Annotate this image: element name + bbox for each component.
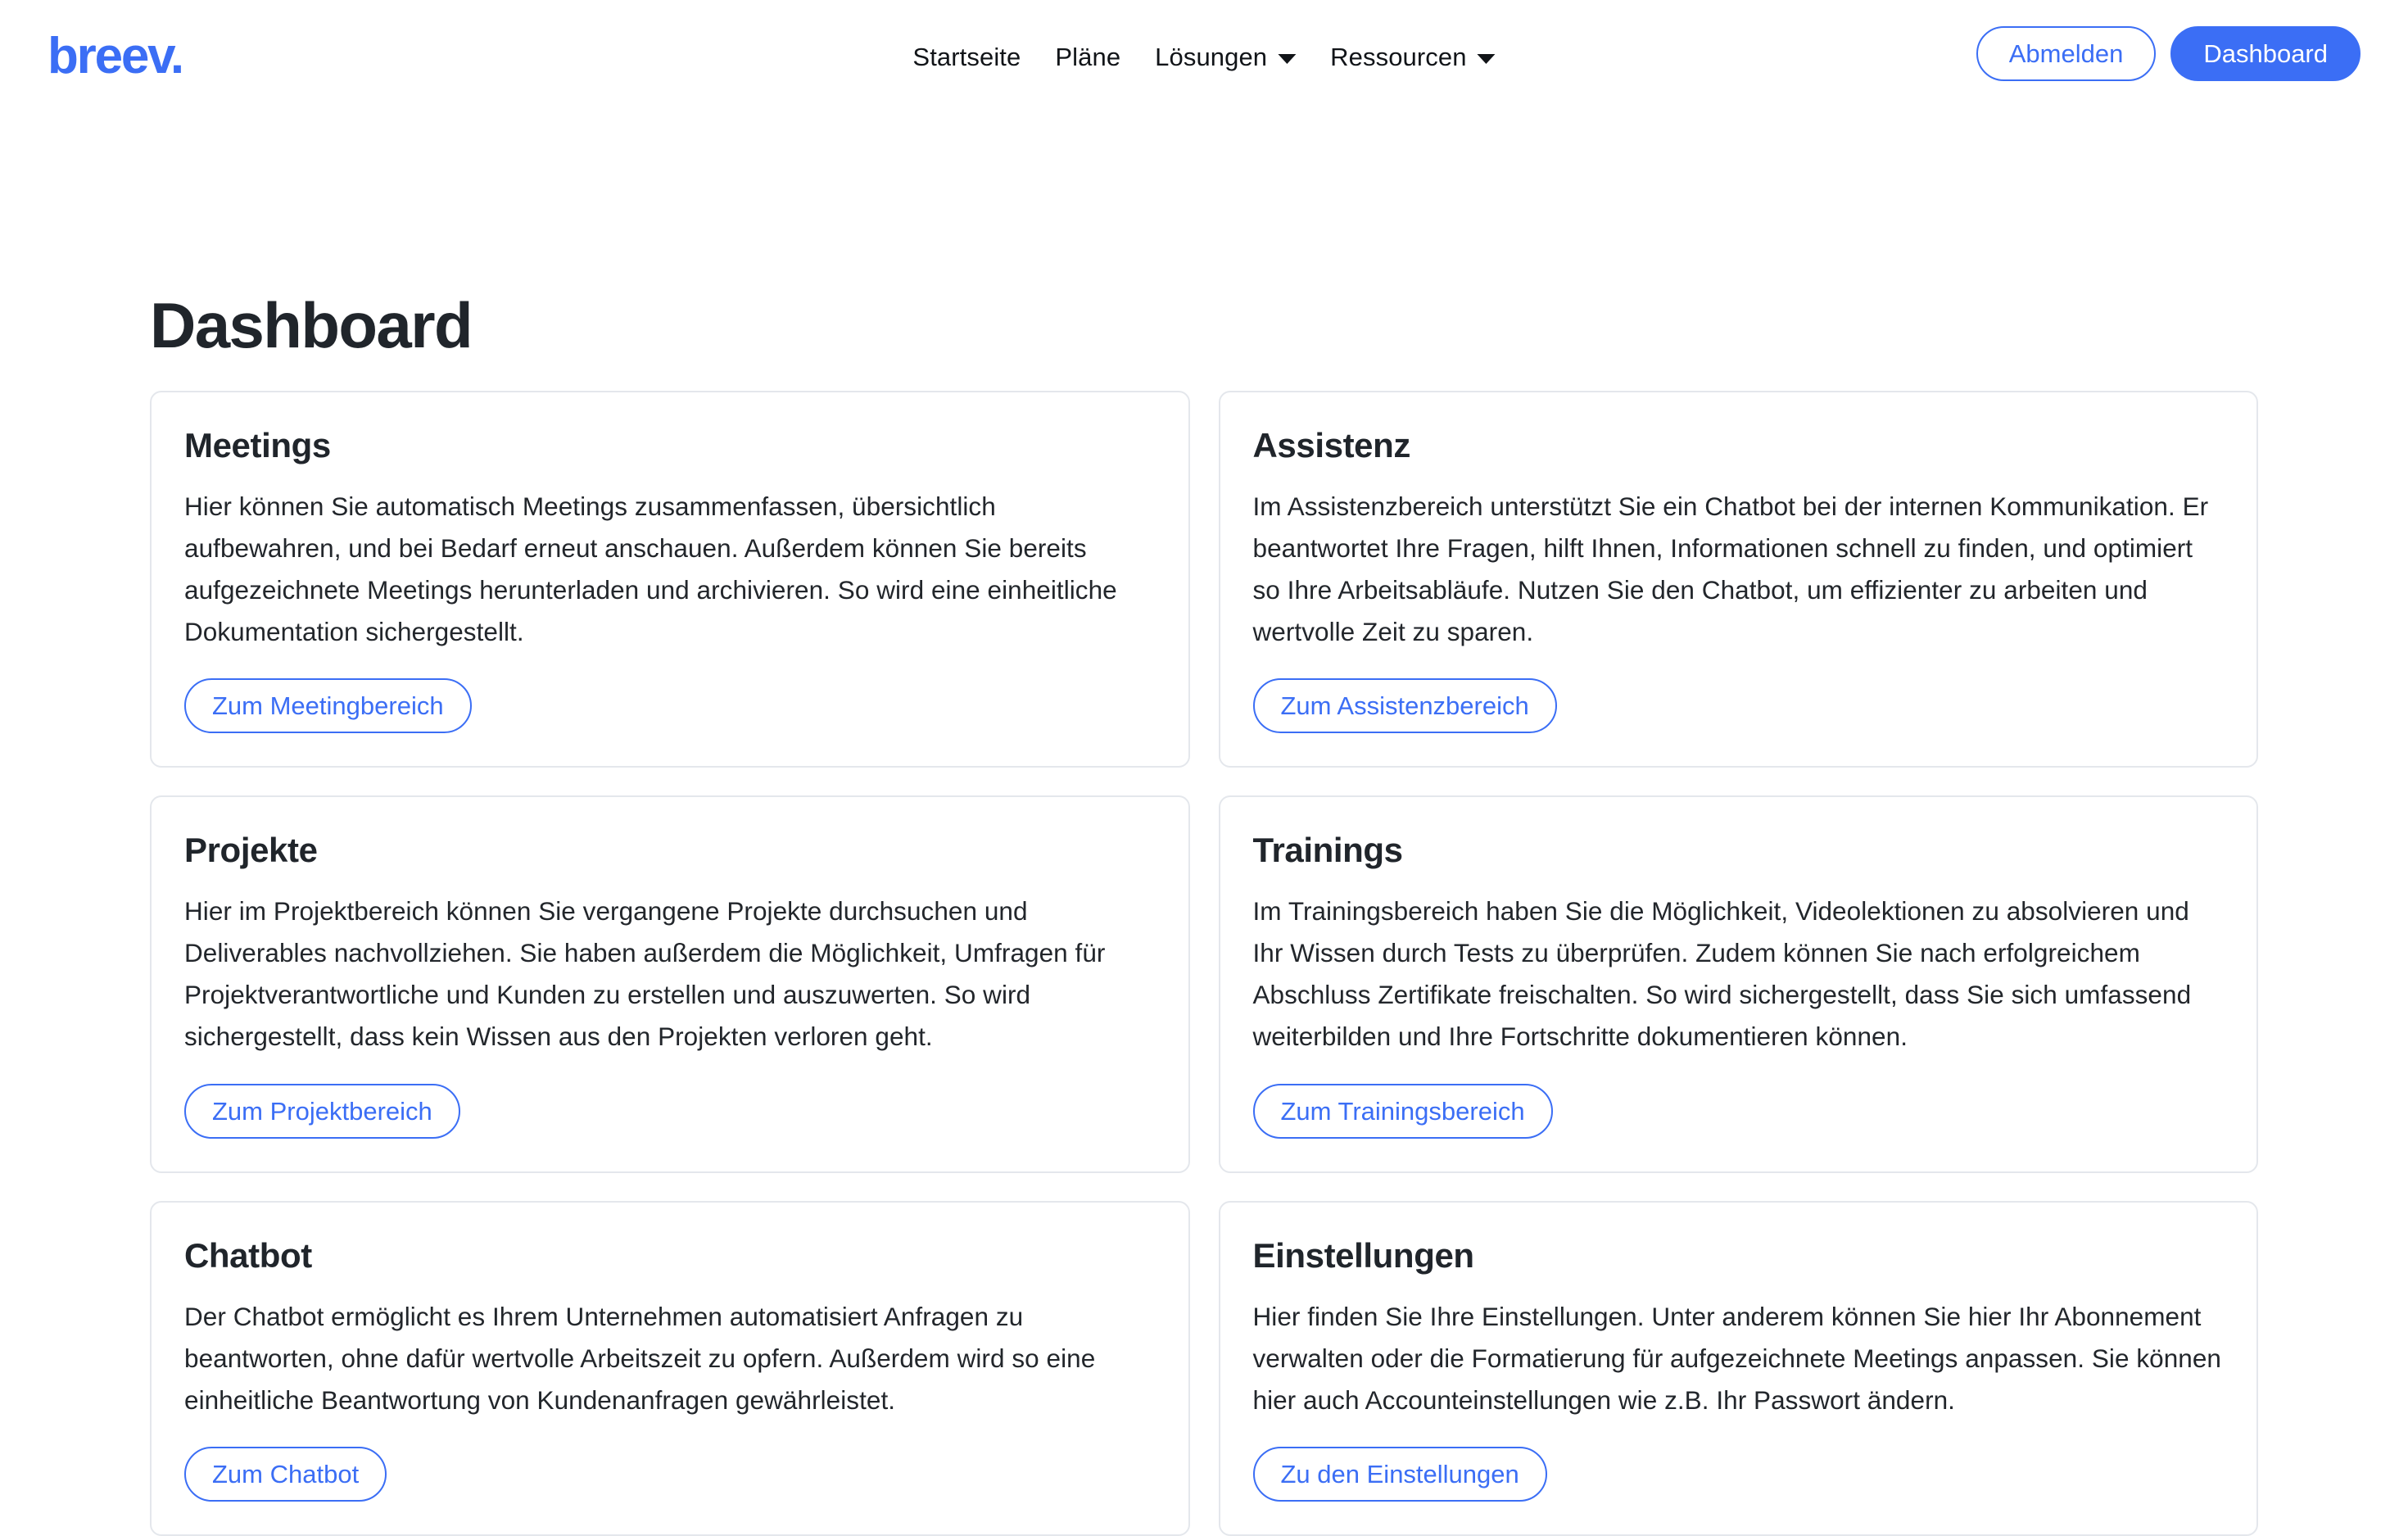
card-description: Hier im Projektbereich können Sie vergan… [184,896,1106,1052]
nav-actions: Abmelden Dashboard [1976,26,2360,81]
card-title: Chatbot [184,1235,312,1275]
card-description: Im Trainingsbereich haben Sie die Möglic… [1252,896,2192,1052]
card-title: Projekte [184,831,318,870]
card-assistenz[interactable]: Assistenz Im Assistenzbereich unterstütz… [1218,391,2258,768]
nav-item-label: Ressourcen [1330,43,1467,71]
card-action-button-meetings[interactable]: Zum Meetingbereich [184,678,472,734]
card-title: Einstellungen [1252,1235,1475,1275]
top-navbar: breev. Startseite Pläne Lösungen Ressour… [0,0,2408,125]
card-description: Im Assistenzbereich unterstützt Sie ein … [1252,492,2209,647]
card-action-button-chatbot[interactable]: Zum Chatbot [184,1446,387,1502]
card-action-button-trainings[interactable]: Zum Trainingsbereich [1252,1083,1553,1139]
card-einstellungen[interactable]: Einstellungen Hier finden Sie Ihre Einst… [1218,1200,2258,1536]
brand-logo[interactable]: breev. [48,31,184,82]
nav-item-ressourcen[interactable]: Ressourcen [1313,39,1512,75]
nav-item-label: Pläne [1055,43,1121,71]
logout-button[interactable]: Abmelden [1976,26,2157,81]
nav-item-loesungen[interactable]: Lösungen [1138,39,1313,75]
dashboard-button[interactable]: Dashboard [2170,26,2360,81]
page-title: Dashboard [150,289,473,361]
card-description: Der Chatbot ermöglicht es Ihrem Unterneh… [184,1301,1096,1415]
card-projekte[interactable]: Projekte Hier im Projektbereich können S… [150,795,1190,1173]
card-title: Trainings [1252,831,1404,870]
card-meetings[interactable]: Meetings Hier können Sie automatisch Mee… [150,391,1190,768]
card-trainings[interactable]: Trainings Im Trainingsbereich haben Sie … [1218,795,2258,1173]
card-title: Meetings [184,426,331,464]
card-title: Assistenz [1252,426,1411,464]
card-chatbot[interactable]: Chatbot Der Chatbot ermöglicht es Ihrem … [150,1200,1190,1536]
card-action-button-assistenz[interactable]: Zum Assistenzbereich [1252,678,1557,734]
card-action-button-einstellungen[interactable]: Zu den Einstellungen [1252,1446,1547,1502]
nav-item-startseite[interactable]: Startseite [895,39,1038,75]
dashboard-card-grid: Meetings Hier können Sie automatisch Mee… [150,391,2258,1536]
card-action-button-projekte[interactable]: Zum Projektbereich [184,1083,460,1139]
card-description: Hier finden Sie Ihre Einstellungen. Unte… [1252,1301,2221,1415]
chevron-down-icon [1477,53,1496,64]
card-description: Hier können Sie automatisch Meetings zus… [184,492,1117,647]
nav-item-plaene[interactable]: Pläne [1038,39,1138,75]
chevron-down-icon [1278,53,1297,64]
nav-item-label: Lösungen [1155,43,1268,71]
primary-nav: Startseite Pläne Lösungen Ressourcen [895,39,1512,75]
page-content: Dashboard Meetings Hier können Sie autom… [0,293,2408,1536]
nav-item-label: Startseite [912,43,1021,71]
